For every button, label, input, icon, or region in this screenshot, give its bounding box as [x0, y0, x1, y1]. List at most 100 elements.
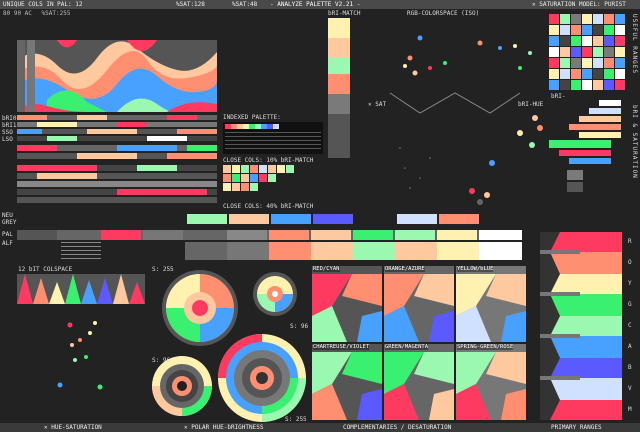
palette-swatch[interactable]	[582, 47, 592, 57]
complement-label: RED/CYAN	[313, 266, 340, 272]
palette-swatch[interactable]	[560, 36, 570, 46]
palette-swatch[interactable]	[604, 47, 614, 57]
complement-label: SPRING-GREEN/ROSE	[457, 344, 514, 350]
palette-swatch[interactable]	[549, 36, 559, 46]
palette-swatch[interactable]	[571, 25, 581, 35]
label-grey: GREY	[2, 219, 17, 226]
primary-ranges-chart	[540, 232, 622, 420]
palette-swatch[interactable]	[604, 14, 614, 24]
neutral-strips	[17, 165, 217, 205]
palette-swatch[interactable]	[560, 25, 570, 35]
palette-swatch[interactable]	[604, 36, 614, 46]
palette-swatch[interactable]	[582, 14, 592, 24]
label-lso: LSO	[2, 136, 13, 143]
s96-label-b: S: 96	[152, 357, 171, 364]
palette-swatch[interactable]	[549, 69, 559, 79]
palette-swatch[interactable]	[604, 80, 614, 90]
label-pal: PAL	[2, 231, 13, 238]
palette-swatch[interactable]	[560, 69, 570, 79]
palette-swatch[interactable]	[549, 80, 559, 90]
footer-polar: ✕ POLAR HUE-bRIGHTNESS	[184, 424, 264, 431]
palette-swatch[interactable]	[582, 80, 592, 90]
label-bri0: bRI0	[2, 115, 17, 122]
palette-swatch[interactable]	[549, 14, 559, 24]
colspace-12bit-strip	[17, 274, 145, 304]
hue-letter-m: M	[628, 406, 632, 413]
bri-small-label: bRI-	[551, 93, 566, 100]
label-alf: ALF	[2, 240, 13, 247]
palette-swatch[interactable]	[593, 47, 603, 57]
hue-letter-o: O	[628, 259, 632, 266]
palette-swatch[interactable]	[549, 47, 559, 57]
palette-swatch[interactable]	[593, 80, 603, 90]
palette-swatch[interactable]	[593, 69, 603, 79]
header-bar: UNIQUE COLS IN PAL: 12 %SAT:128 %SAT:48 …	[0, 0, 640, 9]
polar-hue-brightness	[150, 266, 320, 422]
palette-swatch[interactable]	[604, 69, 614, 79]
bri-match-label: bRI-MATCH	[328, 10, 361, 17]
close-cols-10-grid	[223, 165, 323, 201]
rgb-colorspace-plot	[360, 18, 546, 208]
colspace-12bit-label: 12 bIT COLSPACE	[18, 266, 73, 273]
palette-swatch[interactable]	[615, 47, 625, 57]
complement-label: CHARTREUSE/VIOLET	[313, 344, 370, 350]
footer-primary-ranges: PRIMARY RANGES	[551, 424, 602, 431]
palette-swatch[interactable]	[571, 36, 581, 46]
sub-header-values: 80 90 AC	[3, 10, 32, 17]
complement-panel-red-cyan: RED/CYAN	[312, 266, 382, 342]
app-title: - ANALYZE PALETTE V2.21 -	[270, 1, 361, 8]
palette-swatch[interactable]	[560, 58, 570, 68]
palette-swatch[interactable]	[615, 36, 625, 46]
palette-swatch[interactable]	[571, 14, 581, 24]
palette-swatch[interactable]	[571, 47, 581, 57]
s255-label-b: S: 255	[285, 416, 307, 423]
palette-swatch[interactable]	[593, 36, 603, 46]
rgb-colorspace-title: RGB-COLORSPACE (ISO)	[407, 10, 480, 17]
palette-swatch[interactable]	[549, 25, 559, 35]
palette-swatch[interactable]	[549, 58, 559, 68]
label-sso: SSO	[2, 129, 13, 136]
complement-panel-orange-azure: ORANGE/AZURE	[384, 266, 454, 342]
palette-swatch[interactable]	[604, 25, 614, 35]
palette-swatch-grid[interactable]	[549, 14, 627, 90]
saturation-model-label[interactable]: ✕ SATURATION MODEL: PURIST	[532, 0, 626, 9]
palette-swatch[interactable]	[593, 58, 603, 68]
palette-swatch[interactable]	[604, 58, 614, 68]
label-neu: NEU	[2, 212, 13, 219]
palette-swatch[interactable]	[560, 14, 570, 24]
palette-swatch[interactable]	[593, 14, 603, 24]
palette-swatch[interactable]	[615, 80, 625, 90]
sat-255-label: %SAT:255	[41, 10, 71, 17]
hue-letter-g: G	[628, 301, 632, 308]
s255-label-a: S: 255	[152, 266, 174, 273]
palette-swatch[interactable]	[582, 25, 592, 35]
bri-saturation-title: bRI & SATURATION	[631, 105, 638, 179]
label-bri1: bRI1	[2, 122, 17, 129]
palette-swatch[interactable]	[615, 25, 625, 35]
hue-letter-y: Y	[628, 280, 632, 287]
palette-swatch[interactable]	[582, 36, 592, 46]
palette-sort-band	[17, 214, 522, 262]
palette-swatch[interactable]	[571, 58, 581, 68]
hue-letter-a: A	[628, 343, 632, 350]
palette-swatch[interactable]	[571, 69, 581, 79]
palette-swatch[interactable]	[615, 14, 625, 24]
complement-panel-chartreuse-violet: CHARTREUSE/VIOLET	[312, 344, 382, 420]
hue-letter-r: R	[628, 238, 632, 245]
palette-swatch[interactable]	[560, 80, 570, 90]
palette-swatch[interactable]	[615, 69, 625, 79]
complement-panel-yellow-blue: YELLOW/bLUE	[456, 266, 526, 342]
complement-label: ORANGE/AZURE	[385, 266, 425, 272]
footer-hue-sat: ✕ HUE-SATURATION	[44, 424, 102, 431]
palette-swatch[interactable]	[560, 47, 570, 57]
footer-complementaries: COMPLEMENTARIES / DESATURATION	[343, 424, 452, 431]
palette-swatch[interactable]	[593, 25, 603, 35]
bri-match-column	[328, 18, 350, 158]
palette-swatch[interactable]	[615, 58, 625, 68]
complement-panel-green-magenta: GREEN/MAGENTA	[384, 344, 454, 420]
palette-swatch[interactable]	[582, 58, 592, 68]
sat-axis-label: ✕ SAT	[368, 101, 387, 108]
palette-swatch[interactable]	[571, 80, 581, 90]
palette-swatch[interactable]	[582, 69, 592, 79]
useful-ranges-title: USEFUL RANGES	[631, 14, 638, 74]
